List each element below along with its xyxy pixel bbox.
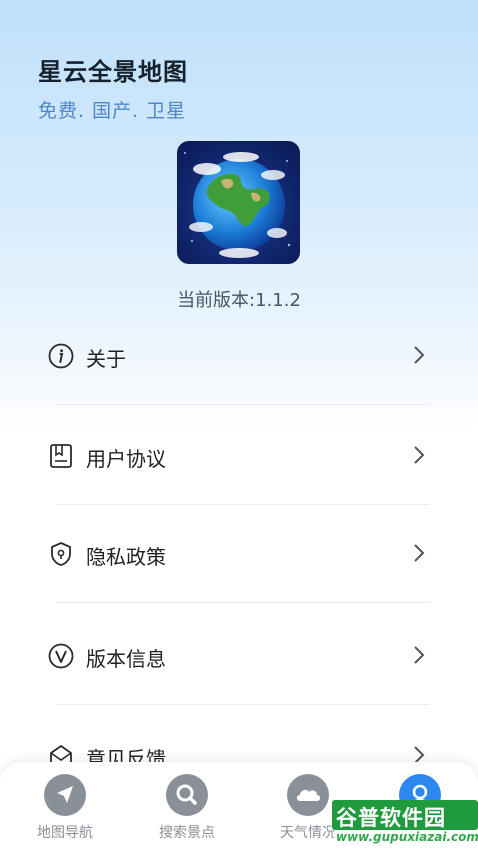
menu-item-version-info[interactable]: 版本信息 (0, 605, 478, 705)
menu-item-label: 关于 (86, 347, 126, 371)
page-subtitle: 免费. 国产. 卫星 (38, 100, 187, 122)
tab-search-attractions[interactable]: 搜索景点 (137, 774, 237, 850)
menu-item-privacy-policy[interactable]: 隐私政策 (0, 503, 478, 603)
divider (56, 602, 430, 603)
chevron-right-icon (412, 445, 426, 465)
menu-item-user-agreement[interactable]: 用户协议 (0, 405, 478, 505)
tab-label: 搜索景点 (159, 825, 215, 841)
watermark: 谷普软件园 www.gupuxiazai.com (332, 800, 478, 850)
navigation-arrow-icon (44, 774, 86, 816)
chevron-right-icon (412, 645, 426, 665)
app-logo (177, 141, 300, 264)
cloud-icon (287, 774, 329, 816)
menu-item-label: 版本信息 (86, 647, 166, 671)
shield-icon (48, 541, 74, 567)
tab-label: 地图导航 (37, 825, 93, 841)
watermark-title: 谷普软件园 (336, 806, 446, 830)
search-icon (166, 774, 208, 816)
tab-map-navigation[interactable]: 地图导航 (15, 774, 115, 850)
page-title: 星云全景地图 (38, 58, 188, 86)
info-icon (48, 343, 74, 369)
watermark-url: www.gupuxiazai.com (334, 830, 478, 844)
version-icon (48, 643, 74, 669)
globe-icon (184, 152, 291, 258)
chevron-right-icon (412, 543, 426, 563)
document-icon (48, 443, 74, 469)
menu-item-about[interactable]: 关于 (0, 305, 478, 405)
chevron-right-icon (412, 345, 426, 365)
menu-item-label: 用户协议 (86, 447, 166, 471)
watermark-badge: 谷普软件园 (332, 800, 478, 830)
menu-item-label: 隐私政策 (86, 545, 166, 569)
